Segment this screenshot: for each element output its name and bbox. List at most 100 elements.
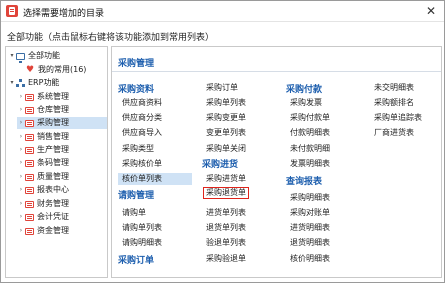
report-item[interactable]: 未交明细表	[374, 82, 414, 94]
folder-icon	[25, 227, 34, 235]
chevron-down-icon[interactable]: ▾	[8, 50, 16, 62]
chevron-right-icon[interactable]: ›	[17, 171, 25, 183]
tree-item-label: 报表中心	[37, 185, 69, 194]
purchase-order-item[interactable]: 采购单列表	[206, 97, 246, 109]
tree-item[interactable]: › 报表中心	[17, 184, 69, 196]
tree-item[interactable]: › 财务管理	[17, 198, 69, 210]
purchase-data-item[interactable]: 采购类型	[122, 143, 154, 155]
tree-item[interactable]: › 资金管理	[17, 225, 69, 237]
purchase-order-item[interactable]: 采购订单	[206, 82, 238, 94]
tree-item-label: 会计凭证	[37, 212, 69, 221]
tree-item[interactable]: › 条码管理	[17, 157, 69, 169]
purchase-payment-item[interactable]: 采购付款单	[290, 112, 330, 124]
tree-item-label: ERP功能	[28, 78, 60, 87]
tree-item[interactable]: › 仓库管理	[17, 104, 69, 116]
chevron-right-icon[interactable]: ›	[17, 211, 25, 223]
purchase-order-item[interactable]: 采购变更单	[206, 112, 246, 124]
tree-item[interactable]: › 销售管理	[17, 131, 69, 143]
section-purchase-data: 采购资料	[118, 85, 155, 95]
hint-text: 全部功能（点击鼠标右键将该功能添加到常用列表）	[7, 33, 215, 43]
purchase-receipt-item[interactable]: 采购进货单	[206, 173, 246, 185]
folder-icon	[25, 146, 34, 154]
tree-item[interactable]: › 系统管理	[17, 91, 69, 103]
chevron-right-icon[interactable]: ›	[17, 225, 25, 237]
query-report-item[interactable]: 退货明细表	[290, 237, 330, 249]
monitor-icon	[16, 52, 25, 63]
folder-icon	[25, 93, 34, 101]
header-divider	[112, 71, 441, 72]
chevron-right-icon[interactable]: ›	[17, 144, 25, 156]
chevron-right-icon[interactable]: ›	[17, 184, 25, 196]
folder-icon	[25, 106, 34, 114]
tree-item-label: 财务管理	[37, 199, 69, 208]
purchase-data-item[interactable]: 供应商资料	[122, 97, 162, 109]
purchase-payment-item[interactable]: 付款明细表	[290, 127, 330, 139]
inquiry-item[interactable]: 请购明细表	[122, 237, 162, 249]
chevron-right-icon[interactable]: ›	[17, 198, 25, 210]
query-report-item[interactable]: 采购明细表	[290, 192, 330, 204]
inquiry-item[interactable]: 请购单	[122, 207, 146, 219]
folder-icon	[25, 213, 34, 221]
purchase-receipt-item[interactable]: 采购验退单	[206, 253, 246, 265]
category-title: 采购管理	[118, 59, 155, 69]
purchase-payment-item[interactable]: 采购发票	[290, 97, 322, 109]
title-bar: 选择需要增加的目录 ✕	[1, 1, 444, 22]
section-query-report: 查询报表	[286, 177, 323, 187]
tree-item-label: 我的常用(16)	[38, 65, 87, 74]
tree-item[interactable]: › 质量管理	[17, 171, 69, 183]
purchase-data-item[interactable]: 采购核价单	[122, 158, 162, 170]
folder-icon	[25, 159, 34, 167]
tree-item[interactable]: › 采购管理	[17, 117, 107, 129]
folder-icon	[25, 119, 34, 127]
tree-item-label: 生产管理	[37, 145, 69, 154]
purchase-data-item[interactable]: 核价单列表	[118, 173, 192, 185]
report-item[interactable]: 厂商进货表	[374, 127, 414, 139]
tree-item-label: 采购管理	[37, 118, 69, 127]
tree-item-label: 条码管理	[37, 158, 69, 167]
section-inquiry: 请购管理	[118, 191, 155, 201]
query-report-item[interactable]: 采购对账单	[290, 207, 330, 219]
report-item[interactable]: 采购单追踪表	[374, 112, 422, 124]
folder-icon	[25, 173, 34, 181]
tree-item-label: 系统管理	[37, 92, 69, 101]
purchase-data-item[interactable]: 供应商分类	[122, 112, 162, 124]
query-report-item[interactable]: 进货明细表	[290, 222, 330, 234]
report-item[interactable]: 采购额排名	[374, 97, 414, 109]
tree-item-label: 质量管理	[37, 172, 69, 181]
query-report-item[interactable]: 核价明细表	[290, 253, 330, 265]
app-icon	[6, 5, 18, 17]
tree-item-label: 全部功能	[28, 51, 60, 60]
dialog-window: 选择需要增加的目录 ✕ 全部功能（点击鼠标右键将该功能添加到常用列表） ▾ 全部功…	[0, 0, 445, 283]
tree-item[interactable]: ▾ ERP功能	[8, 77, 59, 89]
purchase-receipt-item[interactable]: 采购退货单	[203, 187, 249, 199]
folder-icon	[25, 200, 34, 208]
chevron-down-icon[interactable]: ▾	[8, 77, 16, 89]
tree-item[interactable]: › 生产管理	[17, 144, 69, 156]
purchase-receipt-item[interactable]: 退货单列表	[206, 222, 246, 234]
purchase-order-item[interactable]: 采购单关闭	[206, 143, 246, 155]
chevron-right-icon[interactable]: ›	[17, 91, 25, 103]
chevron-right-icon[interactable]: ›	[17, 117, 25, 129]
function-tree: ▾ 全部功能 ♥ 我的常用(16) ▾ ERP功能 › 系统管理 › 仓库管理 › 采购管理 › 销售管理…	[5, 46, 108, 278]
purchase-data-item[interactable]: 供应商导入	[122, 127, 162, 139]
tree-item-label: 销售管理	[37, 132, 69, 141]
section-purchase-receipt: 采购进货	[202, 160, 239, 170]
purchase-receipt-item[interactable]: 验退单列表	[206, 237, 246, 249]
purchase-payment-item[interactable]: 发票明细表	[290, 158, 330, 170]
purchase-payment-item[interactable]: 未付款明细	[290, 143, 330, 155]
inquiry-item[interactable]: 请购单列表	[122, 222, 162, 234]
tree-item-label: 仓库管理	[37, 105, 69, 114]
folder-icon	[25, 186, 34, 194]
chevron-right-icon[interactable]: ›	[17, 104, 25, 116]
tree-item-label: 资金管理	[37, 226, 69, 235]
window-title: 选择需要增加的目录	[23, 9, 105, 19]
tree-item[interactable]: ♥ 我的常用(16)	[18, 64, 86, 76]
chevron-right-icon[interactable]: ›	[17, 157, 25, 169]
purchase-order-item[interactable]: 变更单列表	[206, 127, 246, 139]
tree-item[interactable]: › 会计凭证	[17, 211, 69, 223]
chevron-right-icon[interactable]: ›	[17, 131, 25, 143]
tree-item[interactable]: ▾ 全部功能	[8, 50, 60, 63]
close-button[interactable]: ✕	[422, 3, 440, 20]
heart-icon: ♥	[26, 64, 35, 75]
purchase-receipt-item[interactable]: 进货单列表	[206, 207, 246, 219]
